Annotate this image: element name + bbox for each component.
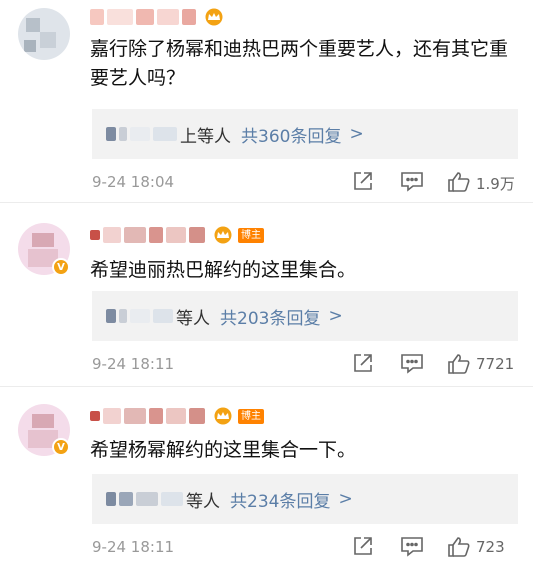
share-icon[interactable] (352, 170, 374, 196)
blogger-badge: 博主 (238, 408, 264, 424)
like-icon[interactable] (447, 535, 471, 563)
like-count: 723 (476, 538, 505, 556)
verified-badge-icon: V (52, 258, 70, 276)
comment-text: 希望迪丽热巴解约的这里集合。 (90, 259, 357, 281)
username[interactable]: 博主 (90, 224, 264, 246)
reply-count-link[interactable]: 共360条回复 (241, 122, 341, 147)
crown-icon (212, 407, 234, 425)
reply-summary[interactable]: 等人 共203条回复 > (92, 291, 518, 341)
comment-meta: 9-24 18:11 723 (92, 533, 522, 563)
comment-text: 嘉行除了杨幂和迪热巴两个重要艺人，还有其它重要艺人吗？ (90, 38, 509, 89)
reply-summary[interactable]: 等人 共234条回复 > (92, 474, 518, 524)
comment-icon[interactable] (400, 170, 424, 196)
reply-users: 等人 (186, 491, 220, 512)
share-icon[interactable] (352, 535, 374, 561)
username[interactable] (90, 6, 225, 28)
comment-text: 希望杨幂解约的这里集合一下。 (90, 439, 357, 461)
blogger-badge: 博主 (238, 227, 264, 243)
divider (0, 202, 533, 203)
comment-meta: 9-24 18:04 1.9万 (92, 168, 522, 198)
like-count: 7721 (476, 355, 515, 373)
share-icon[interactable] (352, 352, 374, 378)
chevron-right-icon[interactable]: > (328, 306, 342, 326)
like-count: 1.9万 (476, 175, 515, 193)
like-icon[interactable] (447, 170, 471, 198)
reply-users: 上等人 (180, 126, 231, 147)
comment-date: 9-24 18:04 (92, 173, 175, 191)
comment-icon[interactable] (400, 352, 424, 378)
comment-meta: 9-24 18:11 7721 (92, 350, 522, 380)
avatar[interactable] (18, 8, 70, 60)
like-icon[interactable] (447, 352, 471, 380)
crown-icon (212, 226, 234, 244)
reply-users: 等人 (176, 308, 210, 329)
chevron-right-icon[interactable]: > (349, 124, 363, 144)
comment-date: 9-24 18:11 (92, 355, 175, 373)
comment-date: 9-24 18:11 (92, 538, 175, 556)
reply-count-link[interactable]: 共203条回复 (220, 304, 320, 329)
username[interactable]: 博主 (90, 405, 264, 427)
divider (0, 386, 533, 387)
crown-icon (203, 8, 225, 26)
chevron-right-icon[interactable]: > (338, 489, 352, 509)
reply-count-link[interactable]: 共234条回复 (230, 487, 330, 512)
reply-summary[interactable]: 上等人 共360条回复 > (92, 109, 518, 159)
verified-badge-icon: V (52, 438, 70, 456)
comment-icon[interactable] (400, 535, 424, 561)
